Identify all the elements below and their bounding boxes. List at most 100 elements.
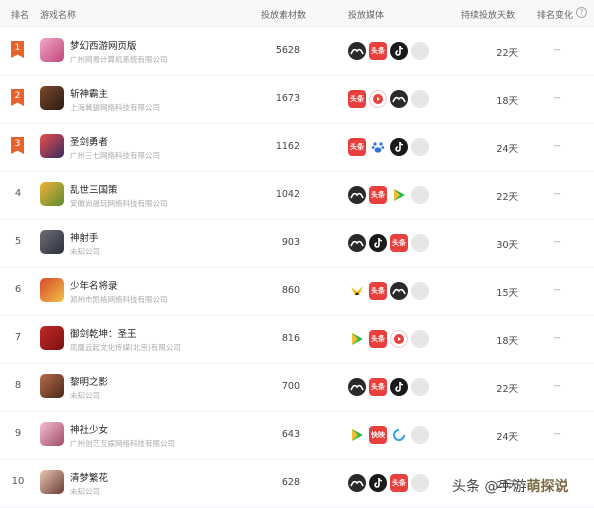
table-row[interactable]: 6 少年名将录 郑州市凯格网络科技有限公司 860 头条 15天 -- [0, 268, 594, 316]
wuba-icon [348, 474, 366, 492]
douyin-icon [390, 378, 408, 396]
game-company: 郑州市凯格网络科技有限公司 [70, 295, 168, 304]
header-days[interactable]: 持续投放天数 [461, 8, 515, 21]
gray-icon [411, 186, 429, 204]
game-icon[interactable] [40, 38, 64, 62]
material-count: 1673 [275, 93, 300, 104]
game-company: 广州创艺互娱网络科技有限公司 [70, 439, 175, 448]
game-name-link[interactable]: 斩神霸主 [70, 86, 108, 100]
table-header: 排名 游戏名称 投放素材数 投放媒体 持续投放天数 排名变化 ? [0, 0, 594, 27]
header-rank-change[interactable]: 排名变化 [537, 8, 573, 21]
douyin-icon [369, 474, 387, 492]
duration-days: 18天 [496, 96, 518, 107]
game-icon[interactable] [40, 182, 64, 206]
rank-change: -- [554, 141, 561, 151]
table-row[interactable]: 5 神射手未知公司 903 头条 30天 -- [0, 220, 594, 268]
gray-icon [411, 282, 429, 300]
game-name-link[interactable]: 御剑乾坤：圣王 [70, 326, 137, 340]
red-play-icon [369, 90, 387, 108]
gray-icon [411, 330, 429, 348]
game-icon[interactable] [40, 278, 64, 302]
toutiao-icon: 头条 [369, 186, 387, 204]
douyin-icon [390, 138, 408, 156]
douyin-icon [390, 42, 408, 60]
header-materials[interactable]: 投放素材数 [261, 8, 306, 21]
game-icon[interactable] [40, 374, 64, 398]
table-row[interactable]: 1 梦幻西游网页版 广州网易计算机系统有限公司 5628 头条 22天 -- [0, 28, 594, 76]
rank-change: -- [554, 381, 561, 391]
rank-change: -- [554, 333, 561, 343]
rank-number: 9 [14, 428, 22, 439]
game-icon[interactable] [40, 470, 64, 494]
duration-days: 24天 [496, 144, 518, 155]
duration-days: 30天 [496, 240, 518, 251]
toutiao-icon: 头条 [390, 234, 408, 252]
game-icon[interactable] [40, 326, 64, 350]
gray-icon [411, 426, 429, 444]
table-row[interactable]: 8 黎明之影 未知公司 700 头条 22天 -- [0, 364, 594, 412]
watermark-brand: 萌探说 [526, 479, 569, 495]
game-icon[interactable] [40, 230, 64, 254]
game-name-link[interactable]: 神社少女 [70, 422, 108, 436]
rank-number: 10 [11, 476, 25, 487]
duration-days: 15天 [496, 288, 518, 299]
toutiao-icon: 头条 [348, 90, 366, 108]
game-name-link[interactable]: 清梦繁花 [70, 470, 108, 484]
material-count: 700 [281, 381, 300, 392]
gray-icon [411, 474, 429, 492]
kuaishou-icon: 快映 [369, 426, 387, 444]
rank-change: -- [554, 429, 561, 439]
game-icon[interactable] [40, 86, 64, 110]
rank-change: -- [554, 93, 561, 103]
game-name-link[interactable]: 黎明之影 [70, 374, 108, 388]
info-icon[interactable]: ? [576, 7, 587, 18]
watermark-prefix: 头条 @手游 [452, 479, 527, 495]
game-company: 广州网易计算机系统有限公司 [70, 55, 168, 64]
rank-change: -- [554, 237, 561, 247]
game-name-link[interactable]: 乱世三国策 [70, 182, 118, 196]
rank-flag-badge: 2 [11, 89, 24, 106]
table-row[interactable]: 4 乱世三国策 安徽尚晟玩网络科技有限公司 1042 头条 22天 -- [0, 172, 594, 220]
rank-change: -- [554, 189, 561, 199]
material-count: 1042 [275, 189, 300, 200]
game-company: 上海冀骏网络科技有限公司 [70, 103, 160, 112]
toutiao-icon: 头条 [369, 330, 387, 348]
red-play-icon [390, 330, 408, 348]
wuba-icon [390, 282, 408, 300]
game-icon[interactable] [40, 134, 64, 158]
game-company: 未知公司 [70, 487, 100, 496]
table-row[interactable]: 7 御剑乾坤：圣王 凤凰云起文化传媒(北京)有限公司 816 头条 18天 -- [0, 316, 594, 364]
duration-days: 24天 [496, 432, 518, 443]
material-count: 643 [281, 429, 300, 440]
rank-flag-badge: 3 [11, 137, 24, 154]
game-company: 凤凰云起文化传媒(北京)有限公司 [70, 343, 181, 352]
material-count: 1162 [275, 141, 300, 152]
rank-number: 5 [14, 236, 22, 247]
table-row[interactable]: 2 斩神霸主上海冀骏网络科技有限公司 1673 头条 18天 -- [0, 76, 594, 124]
duration-days: 18天 [496, 336, 518, 347]
bird-icon [348, 282, 366, 300]
material-count: 5628 [275, 45, 300, 56]
wuba-icon [348, 186, 366, 204]
table-row[interactable]: 9 神社少女广州创艺互娱网络科技有限公司 643 快映 24天 -- [0, 412, 594, 460]
material-count: 903 [281, 237, 300, 248]
toutiao-icon: 头条 [369, 42, 387, 60]
duration-days: 22天 [496, 192, 518, 203]
toutiao-icon: 头条 [369, 282, 387, 300]
game-name-link[interactable]: 梦幻西游网页版 [70, 38, 137, 52]
table-row[interactable]: 3 圣剑勇者广州三七网络科技有限公司 1162 头条 24天 -- [0, 124, 594, 172]
toutiao-icon: 头条 [348, 138, 366, 156]
game-name-link[interactable]: 圣剑勇者 [70, 134, 108, 148]
game-icon[interactable] [40, 422, 64, 446]
header-media: 投放媒体 [348, 11, 385, 21]
baidu-icon [369, 138, 387, 156]
rank-number: 4 [14, 188, 22, 199]
game-company: 未知公司 [70, 247, 100, 256]
wuba-icon [348, 234, 366, 252]
material-count: 628 [281, 477, 300, 488]
game-name-link[interactable]: 少年名将录 [70, 278, 118, 292]
game-company: 广州三七网络科技有限公司 [70, 151, 160, 160]
game-name-link[interactable]: 神射手 [70, 230, 99, 244]
material-count: 816 [281, 333, 300, 344]
rank-number: 6 [14, 284, 22, 295]
